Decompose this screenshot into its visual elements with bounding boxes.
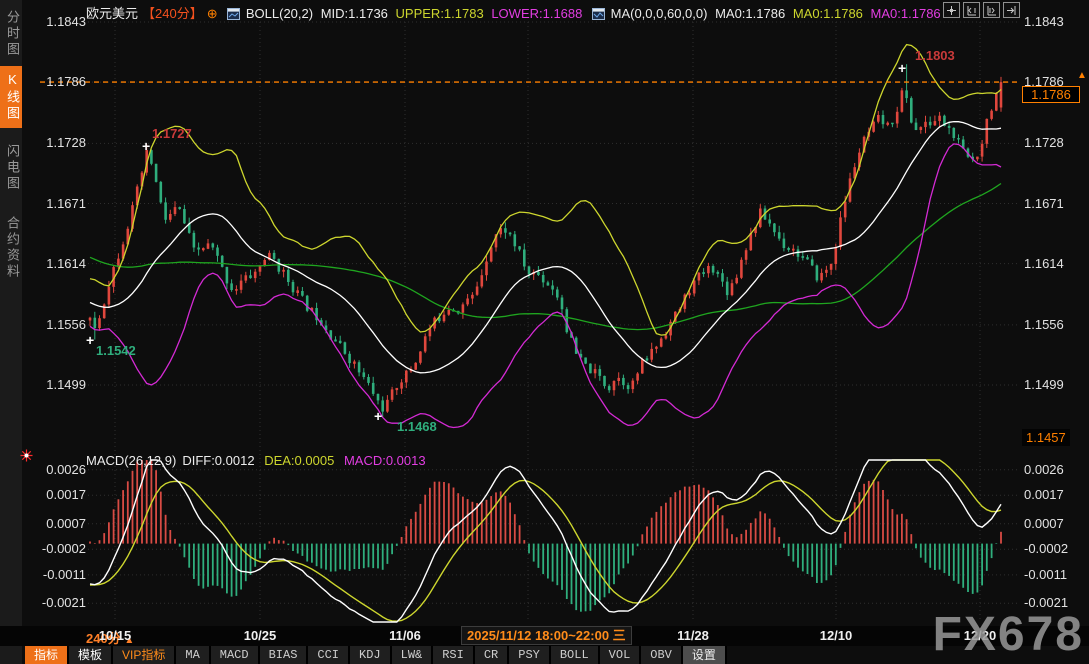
price-tick-left-3: 1.1728 (32, 135, 86, 150)
extreme-marker-low-3: 1.1468 (397, 419, 437, 434)
macd-tick-right-1: 0.0026 (1024, 462, 1064, 477)
toolbar-item-8[interactable]: KDJ (350, 646, 390, 664)
current-price-tag: 1.1786 (1022, 86, 1080, 103)
price-tick-right-4: 1.1671 (1024, 196, 1064, 211)
price-tick-left-2: 1.1786 (32, 74, 86, 89)
macd-tick-left-3: 0.0007 (32, 516, 86, 531)
time-label-10-25: 10/25 (230, 628, 290, 643)
extreme-marker-high-1: 1.1727 (152, 126, 192, 141)
ma0-value-1: MA0:1.1786 (715, 6, 785, 21)
time-label-12-10: 12/10 (806, 628, 866, 643)
chart-app: 分时图K线图闪电图合约资料 欧元美元【240分】⊕ BOLL(20,2) MID… (0, 0, 1089, 664)
toolbar-item-3[interactable]: VIP指标 (113, 646, 174, 664)
ma0-value-3: MA0:1.1786 (871, 6, 941, 21)
ma0-value-2: MA0:1.1786 (793, 6, 863, 21)
crosshair-icon[interactable] (943, 2, 960, 18)
toolbar-item-4[interactable]: MA (176, 646, 208, 664)
macd-tick-right-6: -0.0021 (1024, 595, 1068, 610)
toolbar-item-1[interactable]: 指标 (25, 646, 67, 664)
chart-canvas[interactable] (0, 0, 1089, 664)
live-indicator-icon (20, 449, 33, 467)
macd-tick-right-2: 0.0017 (1024, 487, 1064, 502)
macd-tick-right-3: 0.0007 (1024, 516, 1064, 531)
add-indicator-icon[interactable]: ⊕ (207, 6, 218, 21)
cross-marker-icon: + (898, 63, 906, 73)
macd-diff-value: DIFF:0.0012 (182, 453, 254, 468)
toolbar-item-2[interactable]: 模板 (69, 646, 111, 664)
toolbar-item-5[interactable]: MACD (211, 646, 258, 664)
macd-dea-value: DEA:0.0005 (264, 453, 334, 468)
macd-macd-value: MACD:0.0013 (344, 453, 426, 468)
toolbar-item-7[interactable]: CCI (308, 646, 348, 664)
extreme-marker-low-2: 1.1542 (96, 343, 136, 358)
price-tick-left-1: 1.1843 (32, 14, 86, 29)
selected-candle-time: 2025/11/12 18:00~22:00 三 (461, 626, 632, 645)
boll-lower-value: LOWER:1.1688 (491, 6, 582, 21)
macd-tick-right-4: -0.0002 (1024, 541, 1068, 556)
toolbar-item-10[interactable]: RSI (433, 646, 473, 664)
range-low-badge: 1.1457 (1022, 429, 1070, 446)
macd-tick-left-6: -0.0021 (32, 595, 86, 610)
price-tick-right-5: 1.1614 (1024, 256, 1064, 271)
time-label-11-06: 11/06 (375, 628, 435, 643)
time-axis: 240分 ▲ 2025/11/12 18:00~22:00 三 10/1510/… (0, 626, 1089, 646)
price-tick-right-6: 1.1556 (1024, 317, 1064, 332)
ma-chart-icon[interactable] (592, 8, 605, 20)
macd-title: MACD(26,12,9) (86, 453, 176, 468)
chart-window-controls (943, 2, 1020, 18)
toolbar-item-13[interactable]: BOLL (551, 646, 598, 664)
toolbar-item-11[interactable]: CR (475, 646, 507, 664)
price-tick-right-3: 1.1728 (1024, 135, 1064, 150)
symbol-name: 欧元美元 (86, 6, 138, 21)
extreme-marker-high-4: 1.1803 (915, 48, 955, 63)
macd-tick-left-4: -0.0002 (32, 541, 86, 556)
indicator-toolbar: 指标模板VIP指标MAMACDBIASCCIKDJLW&RSICRPSYBOLL… (25, 646, 727, 664)
macd-tick-right-5: -0.0011 (1024, 567, 1067, 582)
toolbar-item-12[interactable]: PSY (509, 646, 549, 664)
toolbar-item-6[interactable]: BIAS (260, 646, 307, 664)
cross-marker-icon: + (142, 141, 150, 151)
price-tick-right-7: 1.1499 (1024, 377, 1064, 392)
cross-marker-icon: + (374, 411, 382, 421)
macd-header: MACD(26,12,9) DIFF:0.0012 DEA:0.0005 MACD… (86, 453, 432, 468)
toolbar-item-9[interactable]: LW& (392, 646, 432, 664)
axis-compress-left-icon[interactable] (963, 2, 980, 18)
time-label-12-20: 12/20 (950, 628, 1010, 643)
cross-marker-icon: + (86, 335, 94, 345)
price-up-arrow-icon: ▲ (1077, 70, 1087, 81)
boll-mid-value: MID:1.1736 (321, 6, 388, 21)
price-tick-left-5: 1.1614 (32, 256, 86, 271)
period-tag: 【240分】 (142, 6, 203, 21)
macd-tick-left-2: 0.0017 (32, 487, 86, 502)
toolbar-item-14[interactable]: VOL (600, 646, 640, 664)
boll-label: BOLL(20,2) (246, 6, 313, 21)
time-label-10-15: 10/15 (85, 628, 145, 643)
macd-tick-left-5: -0.0011 (32, 567, 86, 582)
pan-to-latest-icon[interactable] (1003, 2, 1020, 18)
time-label-11-28: 11/28 (663, 628, 723, 643)
price-tick-right-1: 1.1843 (1024, 14, 1064, 29)
boll-chart-icon[interactable] (227, 8, 240, 20)
toolbar-item-15[interactable]: OBV (641, 646, 681, 664)
ma-label: MA(0,0,0,60,0,0) (611, 6, 708, 21)
boll-upper-value: UPPER:1.1783 (396, 6, 484, 21)
price-tick-left-4: 1.1671 (32, 196, 86, 211)
chart-header: 欧元美元【240分】 ⊕ BOLL(20,2) MID:1.1736 UPPER:… (86, 3, 945, 22)
axis-compress-right-icon[interactable] (983, 2, 1000, 18)
macd-tick-left-1: 0.0026 (32, 462, 86, 477)
price-tick-left-6: 1.1556 (32, 317, 86, 332)
toolbar-item-16[interactable]: 设置 (683, 646, 725, 664)
price-tick-left-7: 1.1499 (32, 377, 86, 392)
